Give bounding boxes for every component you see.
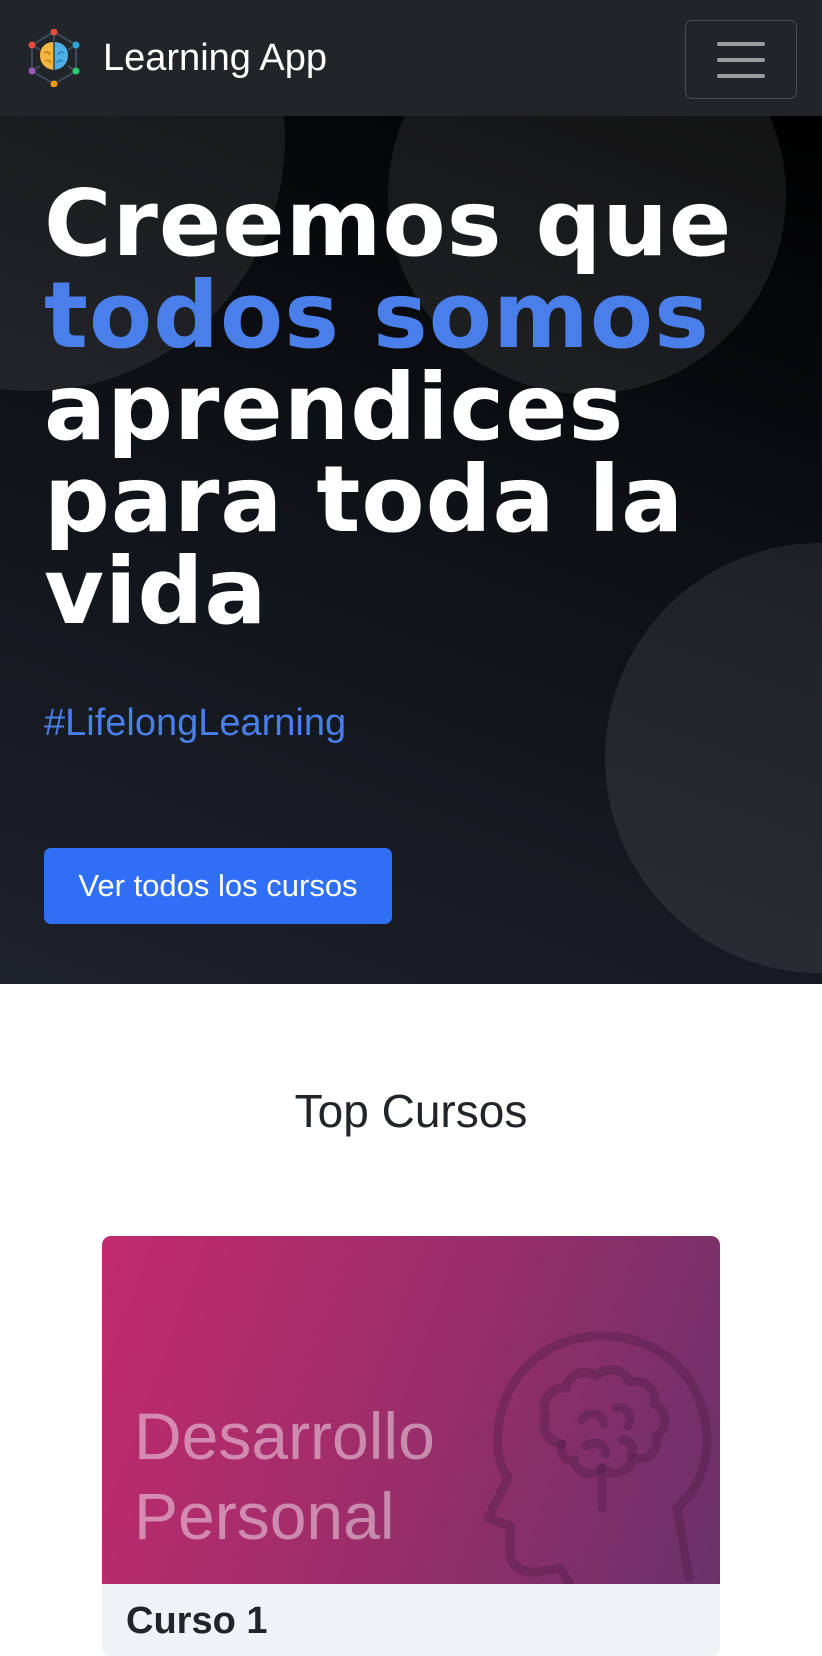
hero-title: Creemos que todos somos aprendices para … bbox=[44, 178, 784, 638]
hero-title-line: Creemos que bbox=[44, 170, 733, 277]
course-category: Desarrollo Personal bbox=[134, 1396, 435, 1556]
hamburger-menu-icon-bar bbox=[717, 73, 765, 78]
brand-link[interactable]: Learning App bbox=[25, 29, 327, 87]
brand-name: Learning App bbox=[103, 36, 327, 79]
hamburger-menu-button[interactable] bbox=[685, 20, 797, 99]
hero-hashtag: #LifelongLearning bbox=[44, 702, 347, 744]
course-title: Curso 1 bbox=[126, 1600, 268, 1642]
hero-title-line: aprendices bbox=[44, 354, 625, 461]
hero-title-line: vida bbox=[44, 538, 268, 645]
brain-network-icon bbox=[28, 29, 80, 87]
view-all-courses-button[interactable]: Ver todos los cursos bbox=[44, 848, 392, 924]
navbar: Learning App bbox=[0, 0, 822, 116]
course-card-banner: Desarrollo Personal bbox=[102, 1236, 720, 1584]
hero-title-line: para toda la bbox=[44, 446, 685, 553]
top-courses-heading: Top Cursos bbox=[294, 1085, 528, 1137]
hero-title-accent: todos somos bbox=[44, 262, 710, 369]
course-category-line: Desarrollo bbox=[134, 1399, 435, 1473]
head-brain-icon bbox=[484, 1331, 712, 1584]
hamburger-menu-icon-bar bbox=[717, 57, 765, 62]
hamburger-menu-icon bbox=[717, 41, 765, 46]
course-category-line: Personal bbox=[134, 1479, 395, 1553]
course-card[interactable]: Desarrollo Personal Curso 1 bbox=[102, 1236, 720, 1656]
hero-section: Creemos que todos somos aprendices para … bbox=[0, 116, 822, 984]
